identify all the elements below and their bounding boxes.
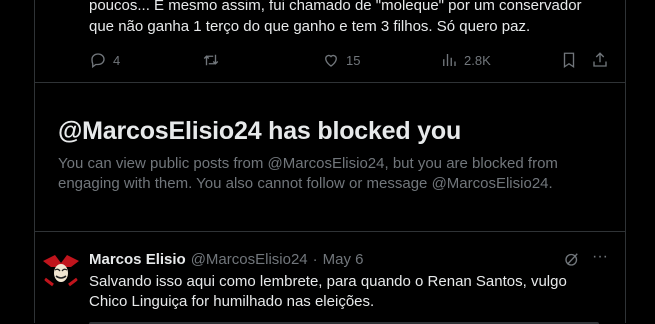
blocked-notice: @MarcosElisio24 has blocked you You can …: [35, 83, 625, 232]
tweet-text-line-2: que não ganha 1 terço do que ganho e tem…: [89, 18, 531, 35]
bookmark-button[interactable]: [560, 50, 578, 70]
like-button[interactable]: 15: [322, 50, 360, 70]
reply-count: 4: [113, 52, 121, 68]
reply-icon: [91, 53, 105, 69]
blocked-description: You can view public posts from @MarcosEl…: [58, 155, 558, 192]
previous-tweet[interactable]: poucos... E mesmo assim, fui chamado de …: [35, 0, 625, 83]
views-count: 2.8K: [464, 52, 491, 68]
grok-button[interactable]: [563, 250, 583, 270]
views-icon: [443, 54, 456, 66]
tweet-text: Salvando isso aqui como lembrete, para q…: [89, 273, 567, 310]
reply-button[interactable]: 4: [89, 50, 120, 70]
more-icon: ···: [592, 248, 608, 265]
share-button[interactable]: [591, 50, 609, 70]
tweet-actions: 4 15 2.8K: [89, 50, 613, 70]
more-button[interactable]: ···: [589, 248, 611, 270]
avatar[interactable]: [41, 249, 81, 289]
retweet-icon: [203, 54, 219, 66]
retweet-button[interactable]: [202, 50, 220, 70]
share-icon: [593, 52, 607, 67]
views-button[interactable]: 2.8K: [440, 50, 491, 70]
like-icon: [325, 54, 337, 67]
grok-icon: [565, 253, 578, 266]
like-count: 15: [346, 52, 361, 68]
bookmark-icon: [563, 52, 575, 69]
tweet-text-line-1: poucos... E mesmo assim, fui chamado de …: [89, 0, 582, 14]
separator-dot: ·: [312, 250, 318, 268]
reply-tweet[interactable]: Marcos Elisio @MarcosElisio24 · May 6 ··…: [35, 232, 625, 324]
tweet-header: Marcos Elisio @MarcosElisio24 · May 6: [89, 249, 364, 269]
author-handle[interactable]: @MarcosElisio24: [191, 251, 308, 268]
blocked-title: @MarcosElisio24 has blocked you: [58, 117, 462, 145]
author-name[interactable]: Marcos Elisio: [89, 251, 186, 268]
tweet-date[interactable]: May 6: [323, 251, 364, 268]
timeline-column: poucos... E mesmo assim, fui chamado de …: [34, 0, 626, 324]
